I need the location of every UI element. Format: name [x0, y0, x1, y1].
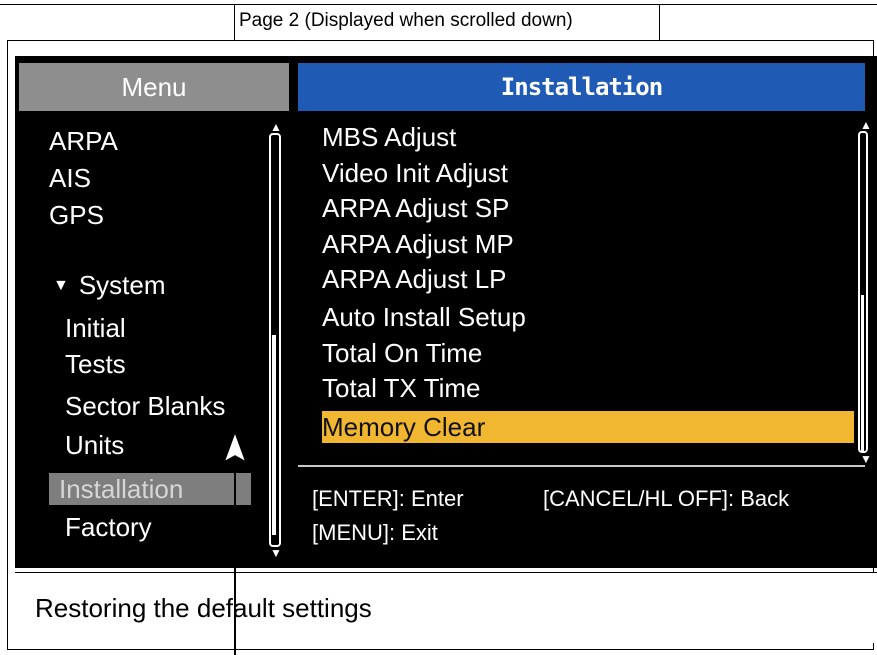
- help-back: [CANCEL/HL OFF]: Back: [543, 486, 790, 511]
- menu-item-gps[interactable]: GPS: [49, 199, 104, 231]
- page-caption: Page 2 (Displayed when scrolled down): [234, 5, 660, 41]
- status-text: Restoring the default settings: [35, 593, 372, 623]
- menu-item-ais[interactable]: AIS: [49, 162, 91, 194]
- menu-subitem-installation[interactable]: Installation: [49, 473, 251, 505]
- installation-pane: Installation MBS Adjust Video Init Adjus…: [298, 63, 872, 564]
- inst-scroll-up-icon[interactable]: ▲: [860, 119, 872, 131]
- menu-subitem-factory[interactable]: Factory: [65, 511, 152, 543]
- installation-scroll-thumb[interactable]: [861, 295, 864, 451]
- installation-title: Installation: [298, 63, 865, 111]
- inst-item-arpa-adjust-lp[interactable]: ARPA Adjust LP: [322, 263, 507, 295]
- help-divider: [298, 465, 865, 467]
- status-bar: Restoring the default settings: [15, 572, 877, 643]
- menu-scrollbar[interactable]: [269, 133, 281, 547]
- menu-subitem-initial[interactable]: Initial: [65, 312, 126, 344]
- inst-scroll-down-icon[interactable]: ▼: [860, 453, 872, 465]
- menu-pane: Menu ARPA AIS GPS ▼ System Initial Tests …: [19, 63, 289, 564]
- menu-section-system[interactable]: ▼ System: [53, 269, 166, 302]
- menu-scroll-thumb[interactable]: [272, 335, 276, 535]
- scroll-down-icon[interactable]: ▼: [270, 547, 282, 559]
- inst-item-total-tx-time[interactable]: Total TX Time: [322, 372, 480, 404]
- expand-triangle-icon: ▼: [53, 277, 69, 294]
- menu-subitem-tests[interactable]: Tests: [65, 348, 126, 380]
- inst-item-arpa-adjust-sp[interactable]: ARPA Adjust SP: [322, 192, 509, 224]
- inst-item-auto-install-setup[interactable]: Auto Install Setup: [322, 301, 526, 333]
- help-exit: [MENU]: Exit: [312, 520, 438, 545]
- help-enter: [ENTER]: Enter: [312, 486, 464, 511]
- menu-item-arpa[interactable]: ARPA: [49, 125, 118, 157]
- inst-item-mbs-adjust[interactable]: MBS Adjust: [322, 121, 456, 153]
- menu-subitem-units[interactable]: Units: [65, 429, 124, 461]
- callout-arrow-icon: [222, 430, 248, 464]
- callout-line: [234, 460, 236, 655]
- scroll-up-icon[interactable]: ▲: [270, 121, 282, 133]
- inst-item-memory-clear[interactable]: Memory Clear: [322, 411, 854, 443]
- inst-item-arpa-adjust-mp[interactable]: ARPA Adjust MP: [322, 228, 514, 260]
- menu-section-label: System: [78, 270, 166, 300]
- inst-item-video-init-adjust[interactable]: Video Init Adjust: [322, 157, 508, 189]
- inst-item-total-on-time[interactable]: Total On Time: [322, 337, 482, 369]
- menu-subitem-sector-blanks[interactable]: Sector Blanks: [65, 390, 225, 422]
- installation-scrollbar[interactable]: [858, 131, 868, 453]
- menu-title: Menu: [19, 63, 289, 111]
